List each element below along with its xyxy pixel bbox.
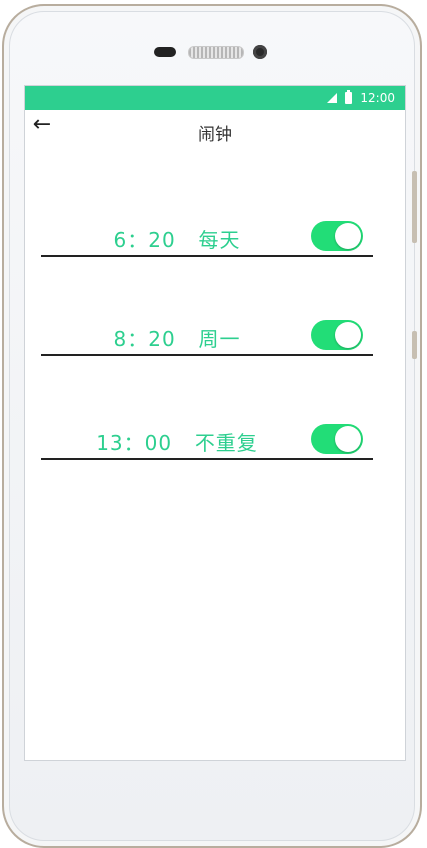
alarm-row[interactable]: 13：00 不重复 [41,420,373,460]
alarm-row[interactable]: 6：20 每天 [41,217,373,257]
alarm-repeat: 周一 [198,327,241,351]
alarm-toggle[interactable] [311,424,363,454]
toggle-knob [335,426,361,452]
app-bar: ← 闹钟 [25,110,405,146]
toggle-knob [335,223,361,249]
alarm-time: 13：00 不重复 [41,427,313,456]
status-bar: 12:00 [25,86,405,110]
bottom-bezel [12,760,415,830]
alarm-time-value: 6：20 [113,228,176,252]
alarm-time: 6：20 每天 [41,224,313,253]
alarm-time-value: 13：00 [96,431,173,455]
alarm-toggle[interactable] [311,320,363,350]
alarm-time-value: 8：20 [113,327,176,351]
battery-icon [345,90,353,104]
alarm-repeat: 不重复 [194,431,258,455]
power-button [412,331,417,359]
screen: 12:00 ← 闹钟 6：20 每天 8：20 周一 13：00 不重复 [24,85,406,761]
alarm-repeat: 每天 [198,228,241,252]
page-title: 闹钟 [198,125,232,145]
toggle-knob [335,322,361,348]
alarm-toggle[interactable] [311,221,363,251]
volume-button [412,171,417,243]
alarm-row[interactable]: 8：20 周一 [41,316,373,356]
front-camera [253,45,267,59]
status-time: 12:00 [360,91,395,105]
sensor [154,47,176,57]
earpiece-speaker [188,46,244,59]
alarm-time: 8：20 周一 [41,323,313,352]
signal-icon [327,93,338,103]
